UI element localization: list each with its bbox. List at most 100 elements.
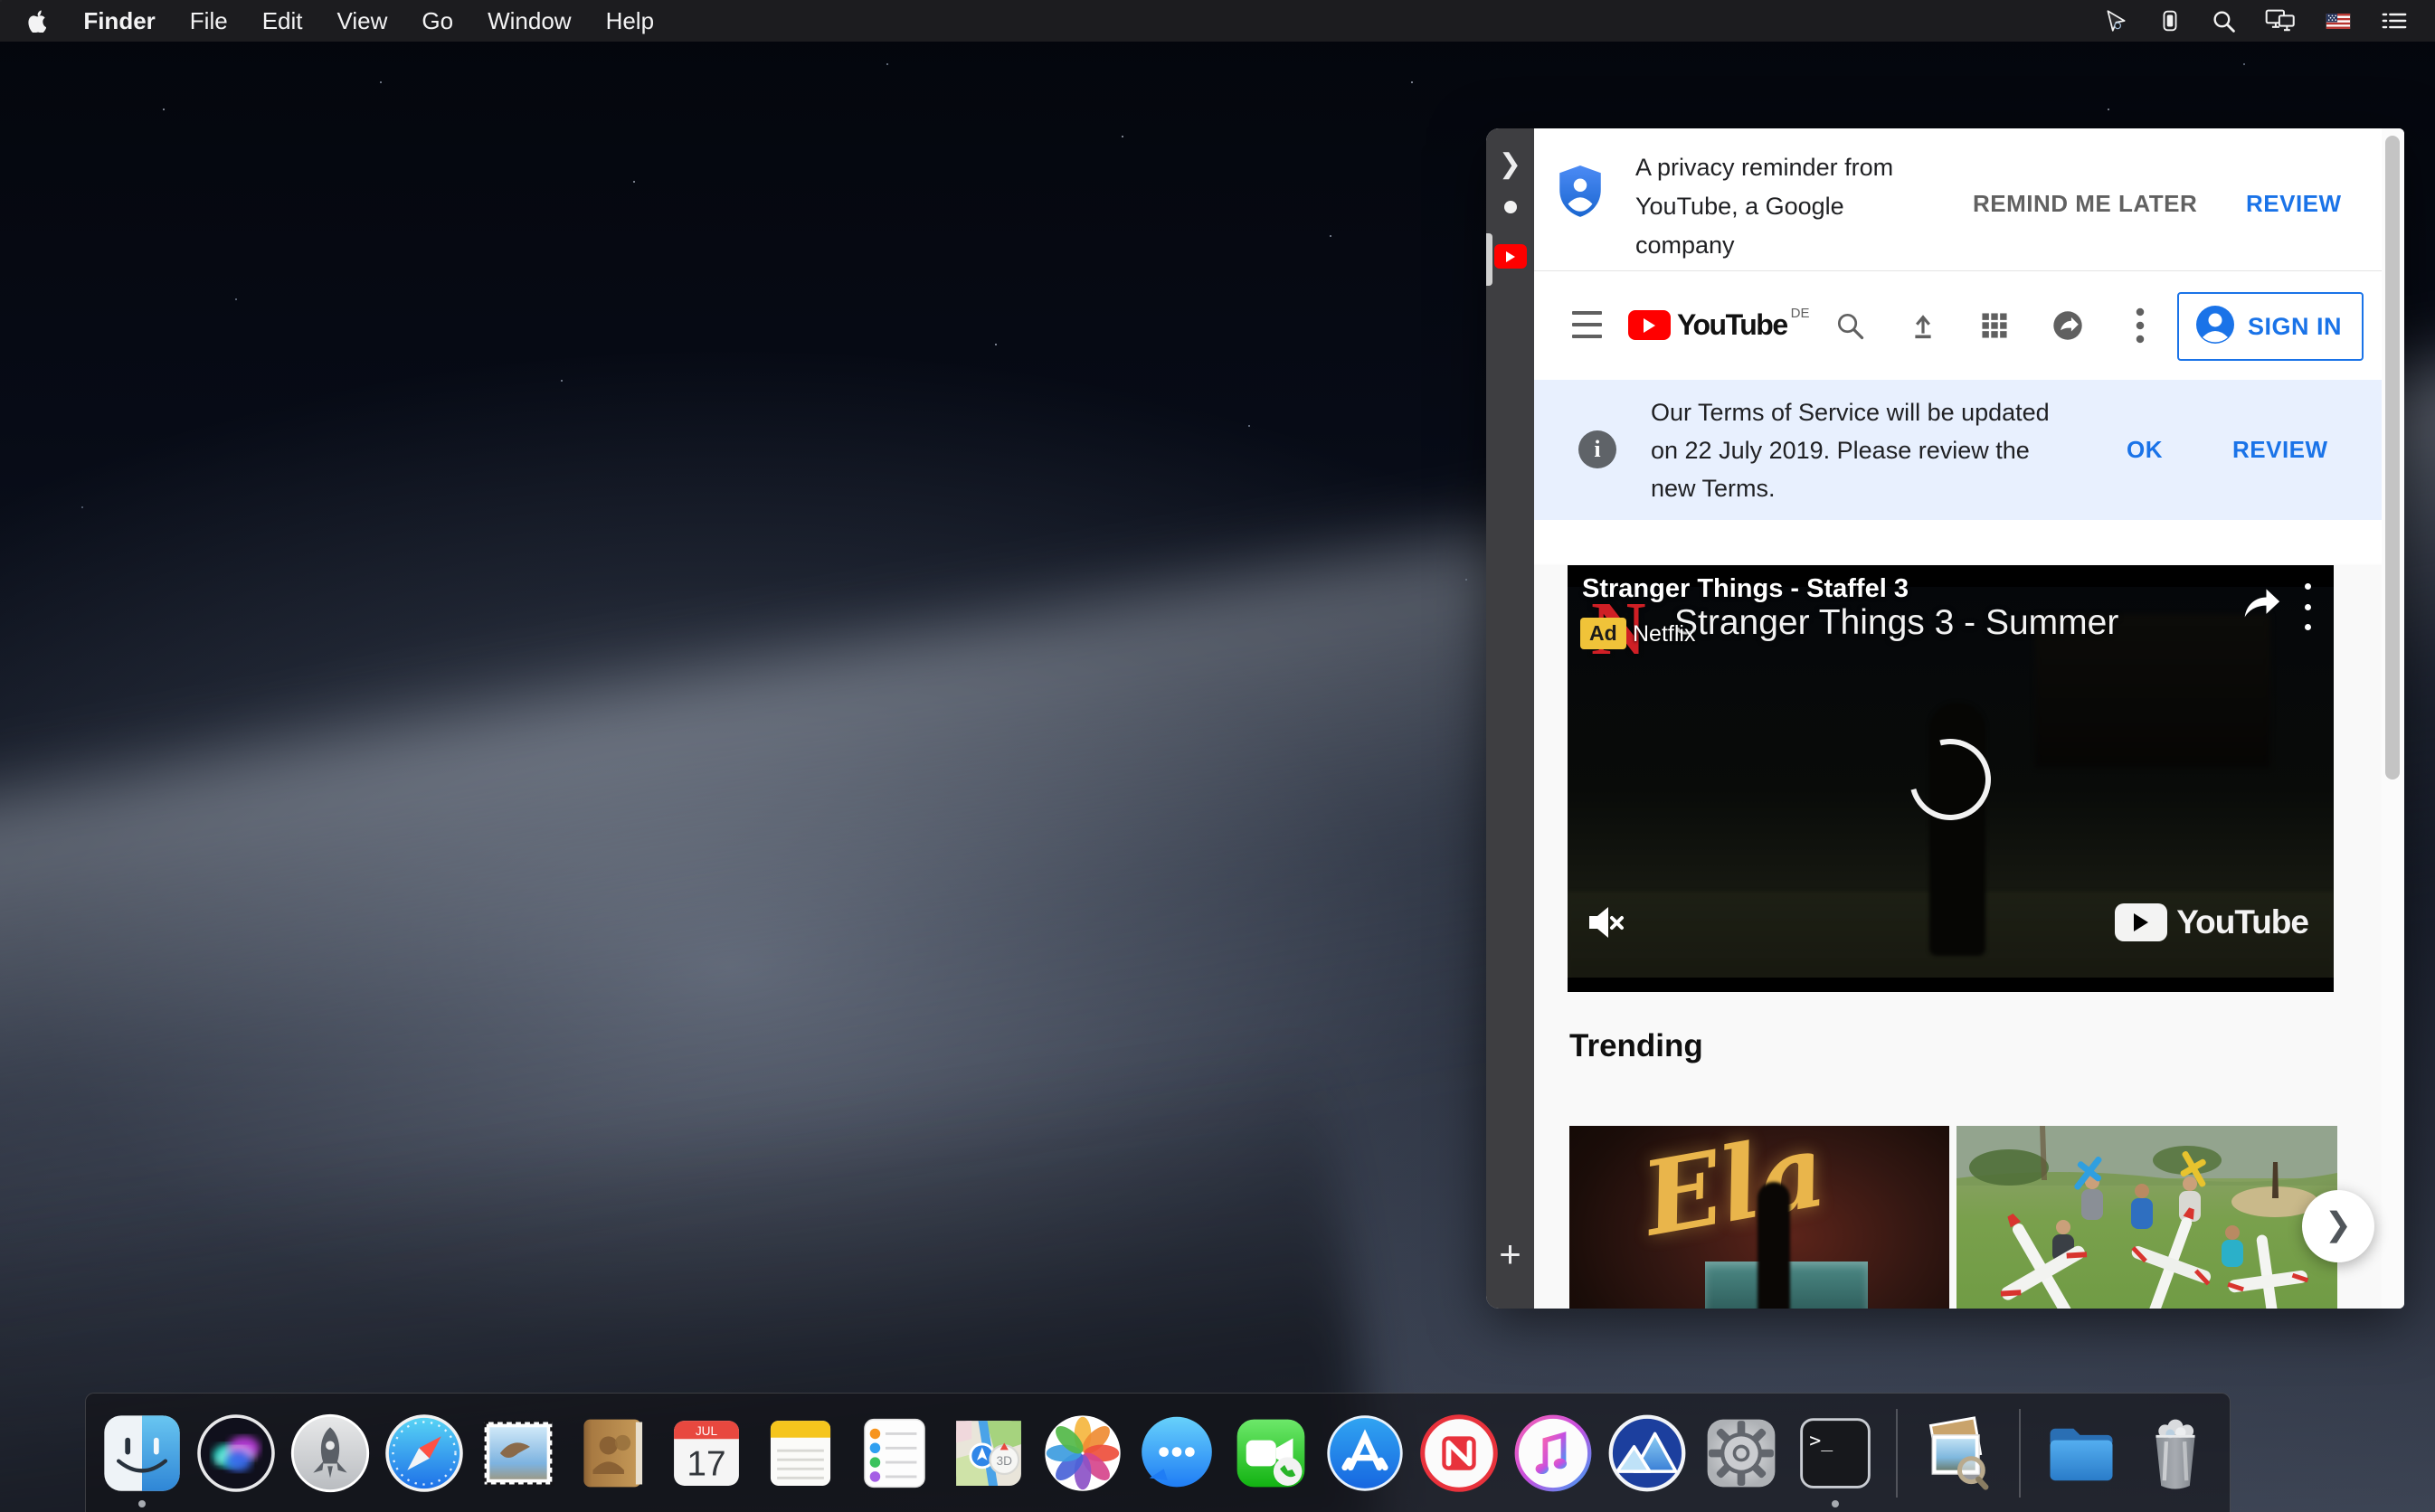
running-indicator-dot xyxy=(138,1500,146,1507)
dock-item-terminal[interactable]: >_ xyxy=(1794,1412,1877,1495)
dock-item-maps[interactable]: 3D xyxy=(947,1412,1030,1495)
menu-item-file[interactable]: File xyxy=(173,7,245,34)
share-icon[interactable] xyxy=(2241,585,2281,624)
itunes-icon xyxy=(1511,1412,1595,1495)
input-source-flag-icon[interactable] xyxy=(2325,11,2352,32)
displays-icon[interactable] xyxy=(2265,8,2296,33)
dock-item-mountain-app[interactable] xyxy=(1606,1412,1689,1495)
info-icon: i xyxy=(1578,430,1616,468)
privacy-banner-text: A privacy reminder from YouTube, a Googl… xyxy=(1635,148,1893,265)
feed-area: Stranger Things - Staffel 3 N Ad Netflix… xyxy=(1534,520,2382,1309)
collapse-panel-button[interactable]: ❯ xyxy=(1486,148,1534,180)
muted-speaker-icon[interactable] xyxy=(1584,901,1627,949)
pointer-icon[interactable] xyxy=(2103,8,2128,33)
add-tab-button[interactable]: + xyxy=(1486,1233,1534,1276)
maps-icon: 3D xyxy=(947,1412,1030,1495)
desktop: Finder FileEditViewGoWindowHelp ❯ + xyxy=(0,0,2435,1512)
svg-text:>_: >_ xyxy=(1809,1429,1833,1451)
menu-item-window[interactable]: Window xyxy=(470,7,588,34)
battery-icon[interactable] xyxy=(2157,8,2183,33)
youtube-tab[interactable] xyxy=(1494,244,1527,269)
news-icon xyxy=(1417,1412,1501,1495)
photos-icon xyxy=(1041,1412,1124,1495)
trending-heading: Trending xyxy=(1569,1028,1703,1064)
dock-item-contacts[interactable] xyxy=(571,1412,654,1495)
messages-icon[interactable] xyxy=(2051,309,2084,342)
ad-video-title: Stranger Things - Staffel 3 xyxy=(1582,574,1909,604)
dock-item-siri[interactable] xyxy=(194,1412,278,1495)
avatar-icon xyxy=(2195,305,2235,349)
airplanes-artwork xyxy=(1957,1126,2337,1309)
dock-item-itunes[interactable] xyxy=(1511,1412,1595,1495)
remind-me-later-button[interactable]: REMIND ME LATER xyxy=(1973,190,2197,218)
dock-item-safari[interactable] xyxy=(383,1412,466,1495)
burned-in-title: Stranger Things 3 - Summer xyxy=(1674,603,2118,643)
downloads-folder-icon xyxy=(2040,1412,2123,1495)
privacy-banner: A privacy reminder from YouTube, a Googl… xyxy=(1534,128,2382,271)
upload-icon[interactable] xyxy=(1907,309,1939,342)
siri-icon xyxy=(194,1412,278,1495)
dock-item-reminders[interactable] xyxy=(853,1412,936,1495)
svg-text:JUL: JUL xyxy=(696,1423,718,1437)
menu-item-edit[interactable]: Edit xyxy=(245,7,320,34)
svg-text:3D: 3D xyxy=(997,1453,1013,1467)
terms-review-button[interactable]: REVIEW xyxy=(2232,436,2328,464)
video-thumbnail-airplanes[interactable] xyxy=(1957,1126,2337,1309)
more-vertical-icon[interactable] xyxy=(2124,309,2156,342)
hamburger-icon[interactable] xyxy=(1572,311,1602,338)
apple-menu-icon[interactable] xyxy=(27,9,46,33)
dock-item-notes[interactable] xyxy=(759,1412,842,1495)
menu-bar: Finder FileEditViewGoWindowHelp xyxy=(0,0,2435,42)
terms-ok-button[interactable]: OK xyxy=(2127,436,2163,464)
dock-item-messages[interactable] xyxy=(1135,1412,1218,1495)
dock-item-launchpad[interactable] xyxy=(289,1412,372,1495)
finder-icon xyxy=(100,1412,184,1495)
notification-list-icon[interactable] xyxy=(2381,10,2408,32)
youtube-play-icon xyxy=(1506,251,1515,262)
dock-item-mail[interactable] xyxy=(477,1412,560,1495)
search-icon[interactable] xyxy=(1833,309,1866,342)
notes-icon xyxy=(759,1412,842,1495)
dock-item-system-preferences[interactable] xyxy=(1700,1412,1783,1495)
dock-item-finder[interactable] xyxy=(100,1412,184,1495)
spotlight-icon[interactable] xyxy=(2212,9,2236,33)
youtube-logo[interactable]: YouTube DE xyxy=(1628,307,1809,342)
carousel-next-button[interactable]: ❯ xyxy=(2302,1190,2374,1262)
messages-icon xyxy=(1135,1412,1218,1495)
dock-item-news[interactable] xyxy=(1417,1412,1501,1495)
dock-item-photos[interactable] xyxy=(1041,1412,1124,1495)
video-thumbnail-ela[interactable]: Ela xyxy=(1569,1126,1949,1309)
player-more-icon[interactable] xyxy=(2305,583,2312,630)
menu-item-app-name[interactable]: Finder xyxy=(66,7,172,35)
video-player[interactable]: Stranger Things - Staffel 3 N Ad Netflix… xyxy=(1568,565,2334,992)
menu-item-go[interactable]: Go xyxy=(404,7,470,34)
menu-item-view[interactable]: View xyxy=(320,7,405,34)
privacy-review-button[interactable]: REVIEW xyxy=(2246,190,2342,218)
youtube-play-icon xyxy=(1628,310,1671,340)
privacy-shield-icon xyxy=(1558,165,1603,223)
scrollbar-thumb[interactable] xyxy=(2385,136,2400,780)
terminal-icon: >_ xyxy=(1794,1412,1877,1495)
app-store-icon xyxy=(1323,1412,1407,1495)
terms-notice: i Our Terms of Service will be updated o… xyxy=(1534,380,2382,520)
sign-in-button[interactable]: SIGN IN xyxy=(2177,292,2364,361)
safari-icon xyxy=(383,1412,466,1495)
menu-item-help[interactable]: Help xyxy=(589,7,671,34)
sidebar-strip: ❯ + xyxy=(1486,128,1534,1309)
youtube-sidebar-panel: ❯ + A privacy reminde xyxy=(1486,128,2404,1309)
dock-item-app-store[interactable] xyxy=(1323,1412,1407,1495)
dock-item-preview[interactable] xyxy=(1917,1412,2000,1495)
silhouette-shape xyxy=(1758,1182,1790,1309)
dock-separator xyxy=(2019,1409,2021,1498)
reminders-icon xyxy=(853,1412,936,1495)
apps-grid-icon[interactable] xyxy=(1978,309,2011,342)
tab-dot[interactable] xyxy=(1504,201,1517,213)
active-tab-indicator xyxy=(1486,233,1492,286)
dock-item-facetime[interactable] xyxy=(1229,1412,1312,1495)
dock-item-trash[interactable] xyxy=(2134,1412,2217,1495)
dock-item-calendar[interactable]: JUL17 xyxy=(665,1412,748,1495)
panel-content: A privacy reminder from YouTube, a Googl… xyxy=(1534,128,2382,1309)
youtube-watermark[interactable]: YouTube xyxy=(2115,903,2308,941)
dock-item-downloads-folder[interactable] xyxy=(2040,1412,2123,1495)
preview-icon xyxy=(1917,1412,2000,1495)
